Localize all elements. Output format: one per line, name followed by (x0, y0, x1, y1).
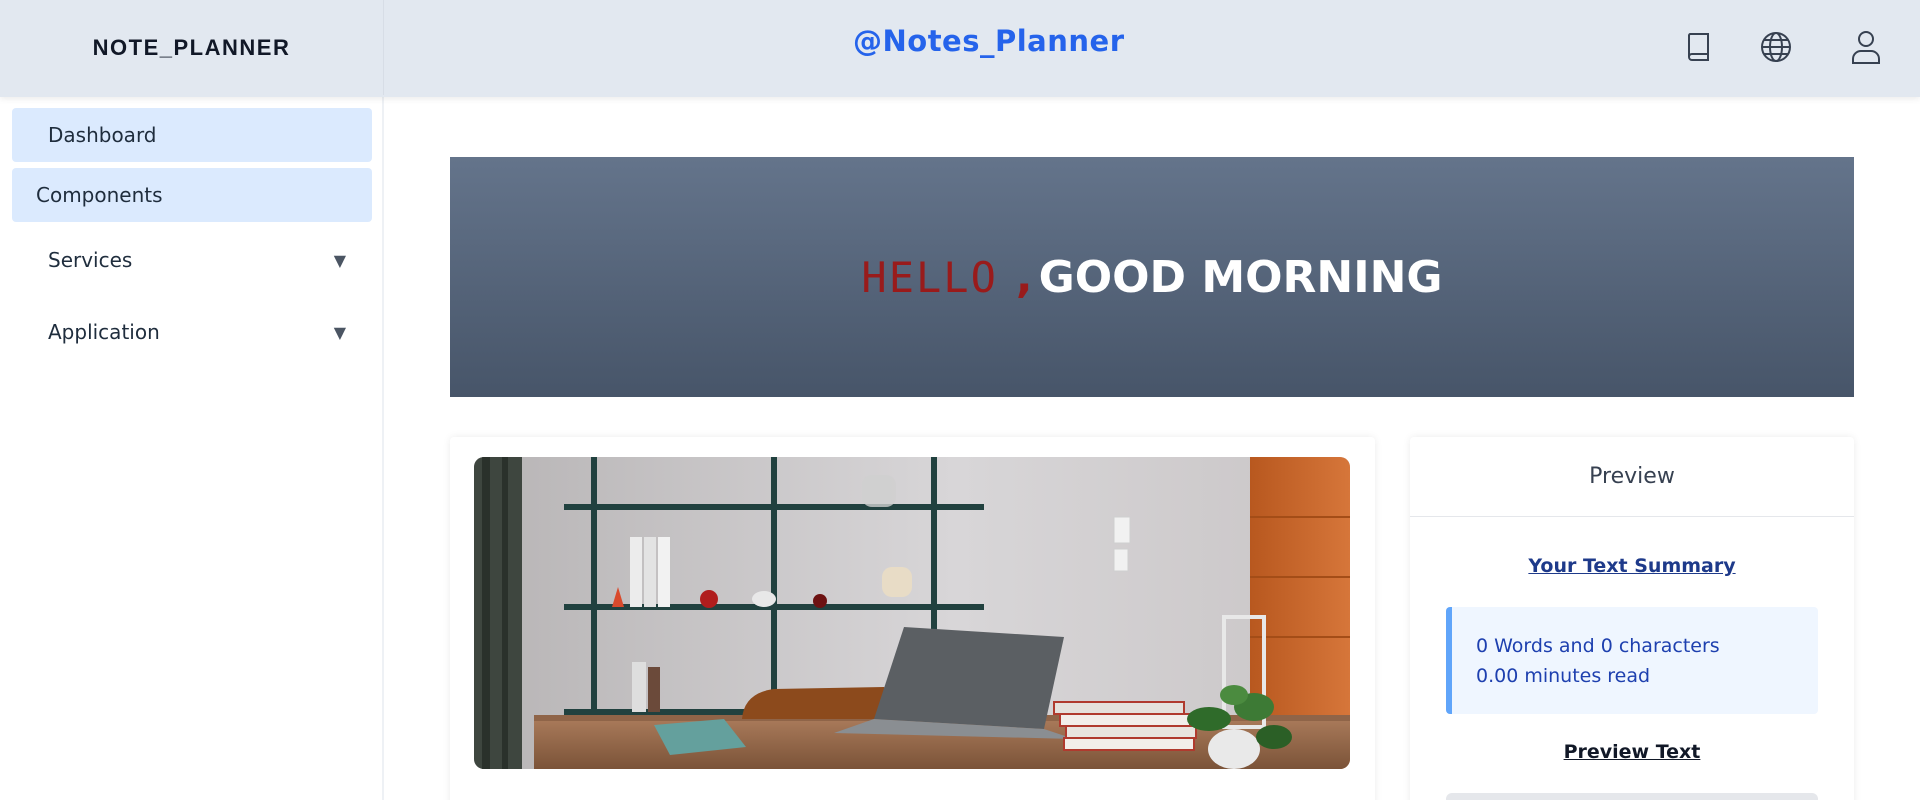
sidebar-item-label: Components (36, 183, 163, 207)
brand-area: NOTE_PLANNER (0, 0, 384, 95)
book-icon[interactable] (1682, 28, 1716, 66)
preview-panel: Preview Your Text Summary 0 Words and 0 … (1410, 437, 1854, 800)
sidebar-item-label: Dashboard (48, 123, 157, 147)
preview-text-area (1446, 793, 1818, 800)
text-stats-box: 0 Words and 0 characters 0.00 minutes re… (1446, 607, 1818, 714)
workspace-photo (474, 457, 1350, 769)
sidebar-item-services[interactable]: Services ▼ (12, 233, 372, 287)
sidebar-item-components[interactable]: Components (12, 168, 372, 222)
sidebar-item-label: Services (48, 248, 133, 272)
brand-logo-text[interactable]: NOTE_PLANNER (93, 35, 291, 61)
image-card (450, 437, 1375, 800)
read-time-text: 0.00 minutes read (1476, 665, 1651, 687)
greeting-text: HELLO , GOOD MORNING (861, 252, 1442, 303)
hello-text: HELLO (861, 252, 998, 302)
user-icon[interactable] (1849, 28, 1883, 66)
header-title: @Notes_Planner (853, 24, 1125, 58)
chevron-down-icon[interactable]: ▼ (334, 323, 346, 342)
preview-heading: Preview (1410, 437, 1854, 517)
chevron-down-icon[interactable]: ▼ (334, 251, 346, 270)
sidebar-item-application[interactable]: Application ▼ (12, 305, 372, 359)
sidebar-item-label: Application (48, 320, 160, 344)
sidebar: Dashboard Components Services ▼ Applicat… (0, 97, 384, 800)
greeting-banner: HELLO , GOOD MORNING (450, 157, 1854, 397)
preview-text-link[interactable]: Preview Text (1410, 741, 1854, 763)
globe-icon[interactable] (1759, 28, 1793, 66)
greeting-comma: , (1015, 251, 1033, 303)
text-summary-link[interactable]: Your Text Summary (1410, 555, 1854, 577)
top-header: NOTE_PLANNER @Notes_Planner (0, 0, 1920, 97)
greeting-message: GOOD MORNING (1038, 251, 1443, 303)
sidebar-item-dashboard[interactable]: Dashboard (12, 108, 372, 162)
word-count-text: 0 Words and 0 characters (1476, 635, 1720, 657)
